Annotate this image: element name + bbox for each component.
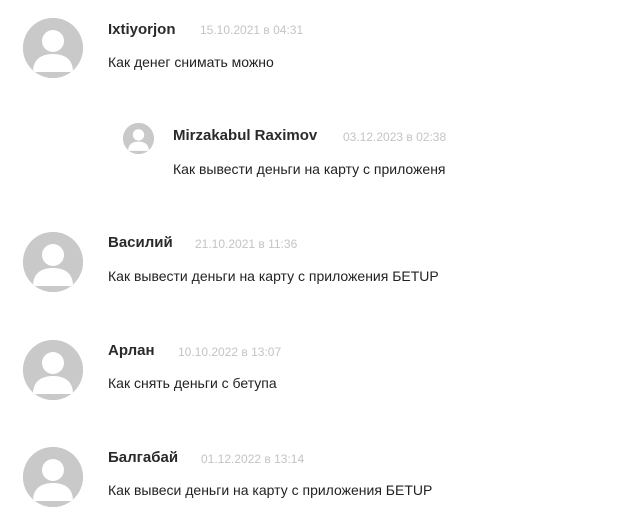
comment-date[interactable]: 10.10.2022 в 13:07 [178, 345, 281, 359]
avatar-silhouette-icon [23, 340, 83, 400]
comment-author: Арлан [108, 342, 155, 359]
comment-text: Как вывести деньги на карту с приложения… [108, 268, 439, 284]
comment-text: Как денег снимать можно [108, 54, 274, 70]
user-avatar-icon [23, 232, 83, 292]
user-avatar-icon [23, 340, 83, 400]
comment-reply-item: Mirzakabul Raximov 03.12.2023 в 02:38 Ка… [123, 123, 623, 183]
comments-page: { "comments": [ { "author": "Ixtiyorjon"… [0, 0, 641, 512]
user-avatar-icon [23, 18, 83, 78]
comment-text: Как снять деньги с бетупа [108, 375, 277, 391]
comment-date[interactable]: 15.10.2021 в 04:31 [200, 23, 303, 37]
comment-date[interactable]: 01.12.2022 в 13:14 [201, 452, 304, 466]
comment-author: Mirzakabul Raximov [173, 127, 318, 144]
comment-item: Арлан 10.10.2022 в 13:07 Как снять деньг… [23, 340, 623, 410]
comment-author: Ixtiyorjon [108, 21, 176, 38]
comment-date[interactable]: 03.12.2023 в 02:38 [343, 130, 446, 144]
comment-item: Василий 21.10.2021 в 11:36 Как вывести д… [23, 232, 623, 302]
avatar-silhouette-icon [23, 232, 83, 292]
comment-item: Ixtiyorjon 15.10.2021 в 04:31 Как денег … [23, 18, 623, 88]
avatar-silhouette-icon [23, 447, 83, 507]
comment-date[interactable]: 21.10.2021 в 11:36 [195, 237, 297, 251]
comment-author: Балгабай [108, 449, 179, 466]
comment-text: Как вывести деньги на карту с приложеня [173, 161, 446, 177]
user-avatar-icon [23, 447, 83, 507]
comment-author: Василий [108, 234, 173, 251]
avatar-silhouette-icon [23, 18, 83, 78]
avatar-silhouette-icon [123, 123, 154, 154]
comment-item: Балгабай 01.12.2022 в 13:14 Как вывеси д… [23, 447, 623, 512]
user-avatar-icon [123, 123, 154, 154]
comment-text: Как вывеси деньги на карту с приложения … [108, 482, 433, 498]
